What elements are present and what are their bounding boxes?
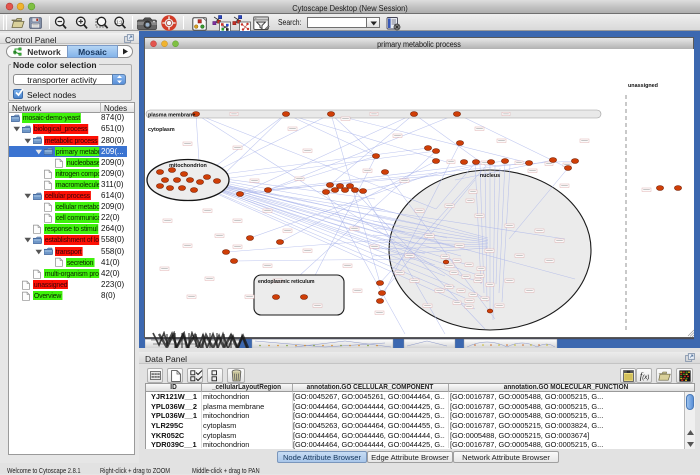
svg-text:unassigned: unassigned — [628, 83, 658, 89]
svg-text:1:1: 1:1 — [116, 19, 123, 24]
svg-text:nucleus: nucleus — [480, 173, 500, 179]
svg-text:mitochondrion: mitochondrion — [169, 163, 207, 169]
svg-text:endoplasmic reticulum: endoplasmic reticulum — [258, 279, 315, 285]
svg-text:cytoplasm: cytoplasm — [148, 127, 175, 133]
svg-text:plasma membrane: plasma membrane — [148, 113, 195, 119]
